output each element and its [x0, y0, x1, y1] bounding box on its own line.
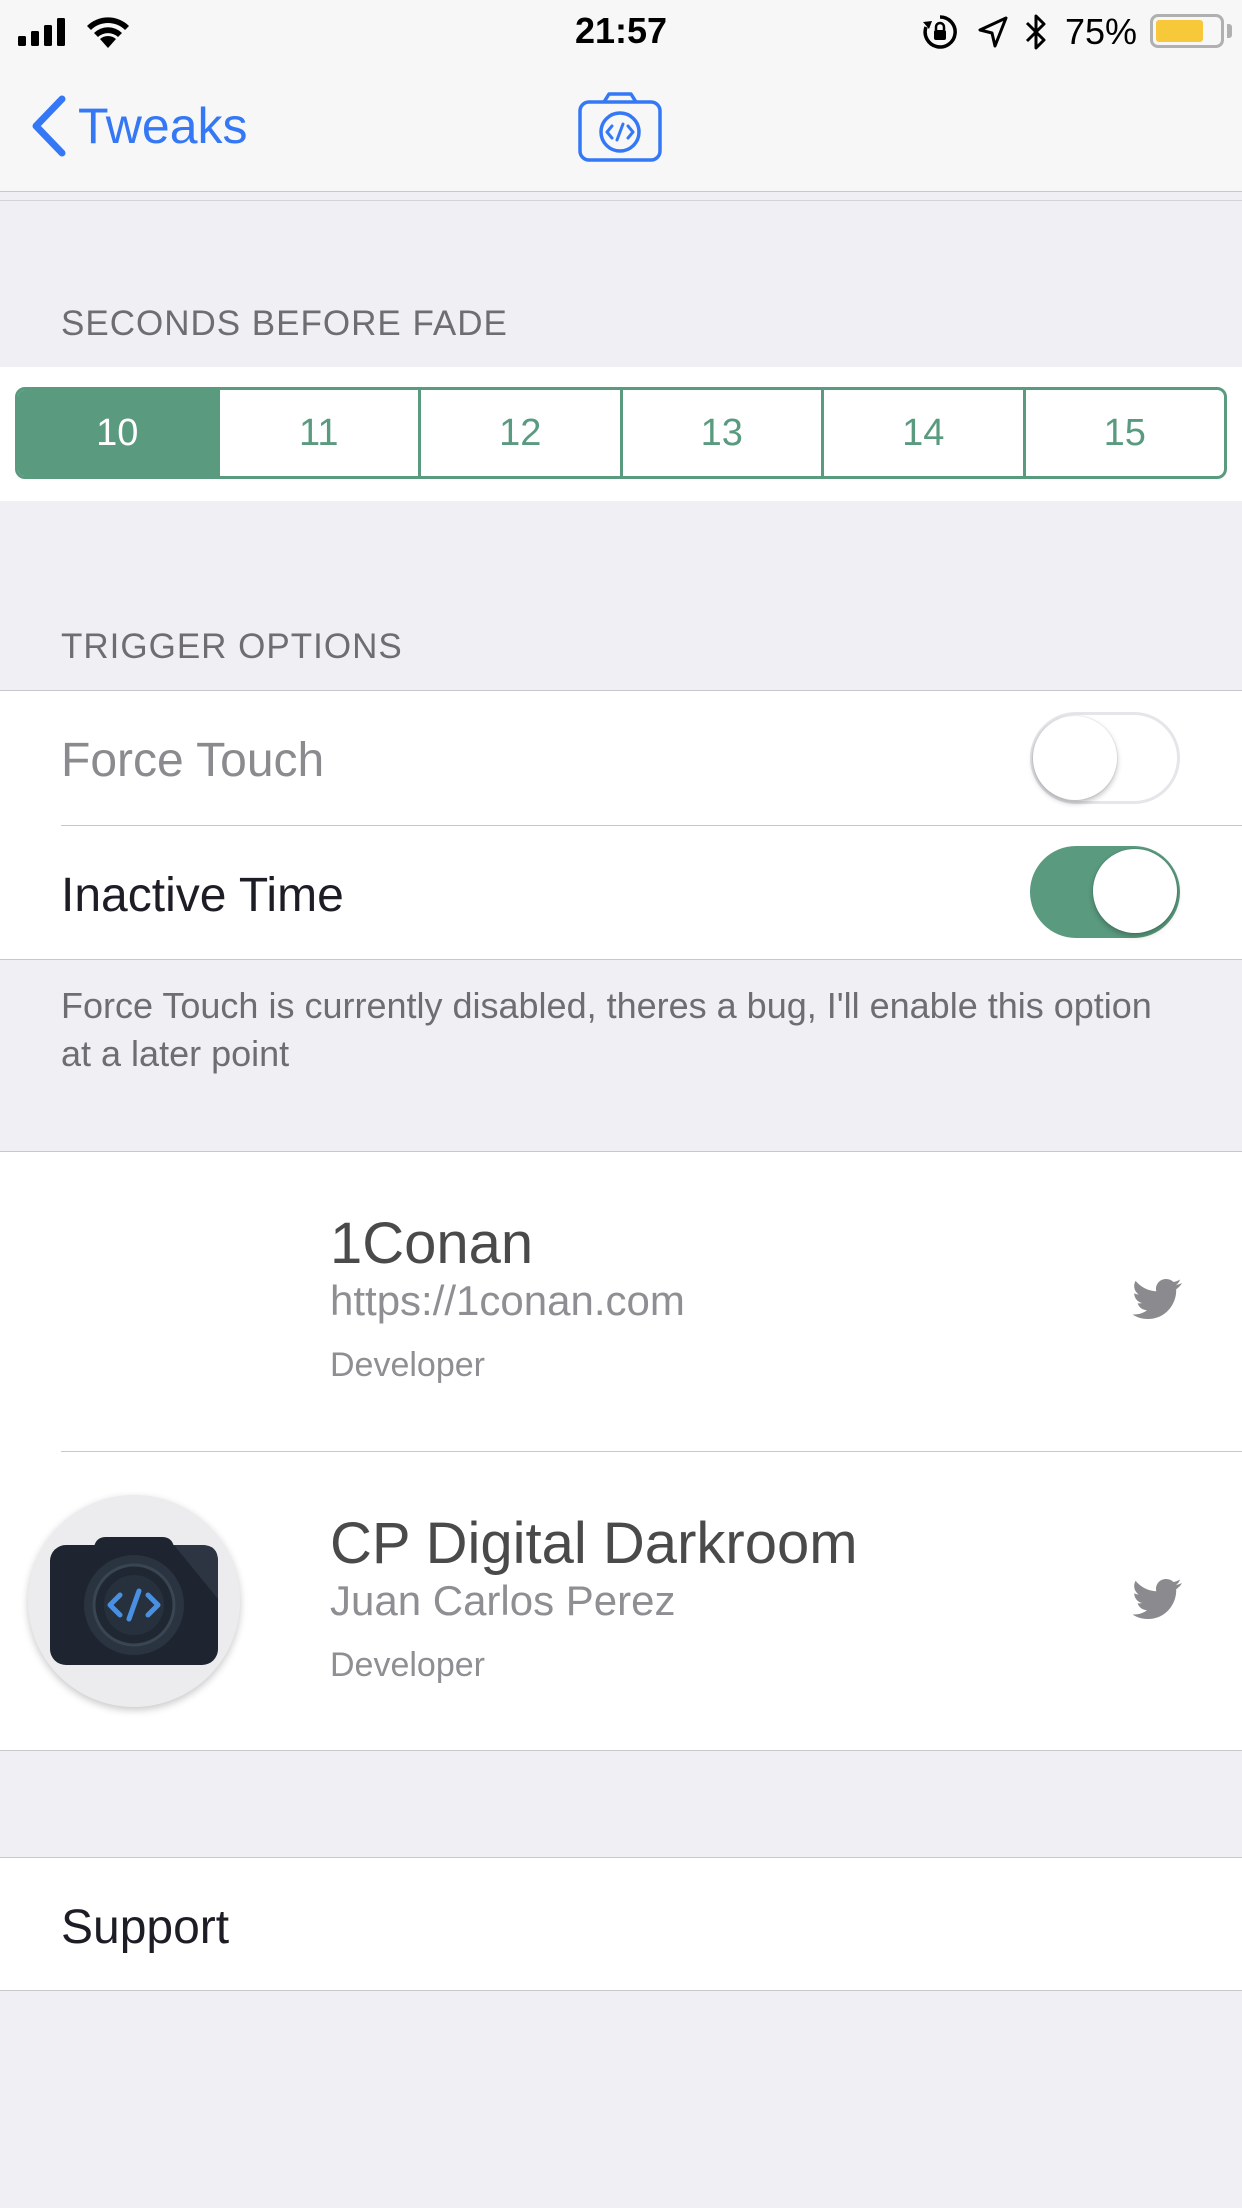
developer-role: Developer — [330, 1646, 485, 1684]
developer-subtitle: Juan Carlos Perez — [330, 1577, 676, 1624]
trigger-row-force-touch: Force Touch — [0, 691, 1242, 825]
trigger-footer-note: Force Touch is currently disabled, there… — [61, 985, 1152, 1074]
segment-10[interactable]: 10 — [18, 390, 217, 476]
chevron-left-icon — [32, 95, 66, 157]
status-time: 21:57 — [574, 10, 668, 51]
inactive-time-label: Inactive Time — [61, 869, 344, 922]
developer-row-1conan[interactable]: 1Conan https://1conan.com Developer — [0, 1152, 1242, 1450]
battery-percent: 75% — [1065, 11, 1138, 52]
battery-cap — [1227, 24, 1232, 38]
code-camera-icon — [578, 92, 662, 162]
location-arrow-icon — [978, 16, 1008, 48]
segment-14[interactable]: 14 — [821, 390, 1023, 476]
back-button[interactable]: Tweaks — [30, 86, 248, 166]
developer-avatar — [28, 1495, 240, 1707]
segment-13[interactable]: 13 — [619, 390, 822, 476]
support-label: Support — [61, 1901, 230, 1954]
segment-15[interactable]: 15 — [1022, 390, 1225, 476]
force-touch-label: Force Touch — [61, 734, 325, 787]
developer-name: 1Conan — [330, 1211, 534, 1276]
inactive-time-toggle[interactable] — [1030, 846, 1180, 938]
orientation-lock-icon — [923, 15, 957, 49]
support-row[interactable]: Support — [0, 1858, 1242, 1990]
back-button-label: Tweaks — [78, 98, 248, 154]
bluetooth-icon — [1025, 14, 1046, 50]
support-group: Support — [0, 1857, 1242, 1991]
trigger-row-inactive-time: Inactive Time — [0, 826, 1242, 960]
navigation-bar: 21:57 75% Tweaks — [0, 0, 1242, 192]
fade-seconds-row: 10 11 12 13 14 15 — [0, 367, 1242, 501]
segment-11[interactable]: 11 — [216, 390, 419, 476]
twitter-icon[interactable] — [1133, 1578, 1183, 1622]
nav-divider — [0, 191, 1242, 192]
section-header-trigger: TRIGGER OPTIONS — [61, 627, 403, 666]
segment-12[interactable]: 12 — [418, 390, 620, 476]
battery-level — [1156, 20, 1203, 42]
trigger-options-group: Force Touch Inactive Time — [0, 690, 1242, 960]
toggle-knob — [1093, 849, 1177, 933]
force-touch-toggle[interactable] — [1030, 712, 1180, 804]
toggle-knob — [1033, 716, 1117, 800]
twitter-icon[interactable] — [1133, 1278, 1183, 1322]
nav-shadow-line — [0, 200, 1242, 201]
section-header-fade: SECONDS BEFORE FADE — [61, 304, 508, 343]
code-camera-icon — [50, 1537, 218, 1665]
developer-role: Developer — [330, 1346, 485, 1384]
battery-icon — [1150, 14, 1224, 48]
developer-name: CP Digital Darkroom — [330, 1511, 858, 1576]
developer-subtitle: https://1conan.com — [330, 1277, 685, 1324]
fade-seconds-segmented-control: 10 11 12 13 14 15 — [15, 387, 1227, 479]
